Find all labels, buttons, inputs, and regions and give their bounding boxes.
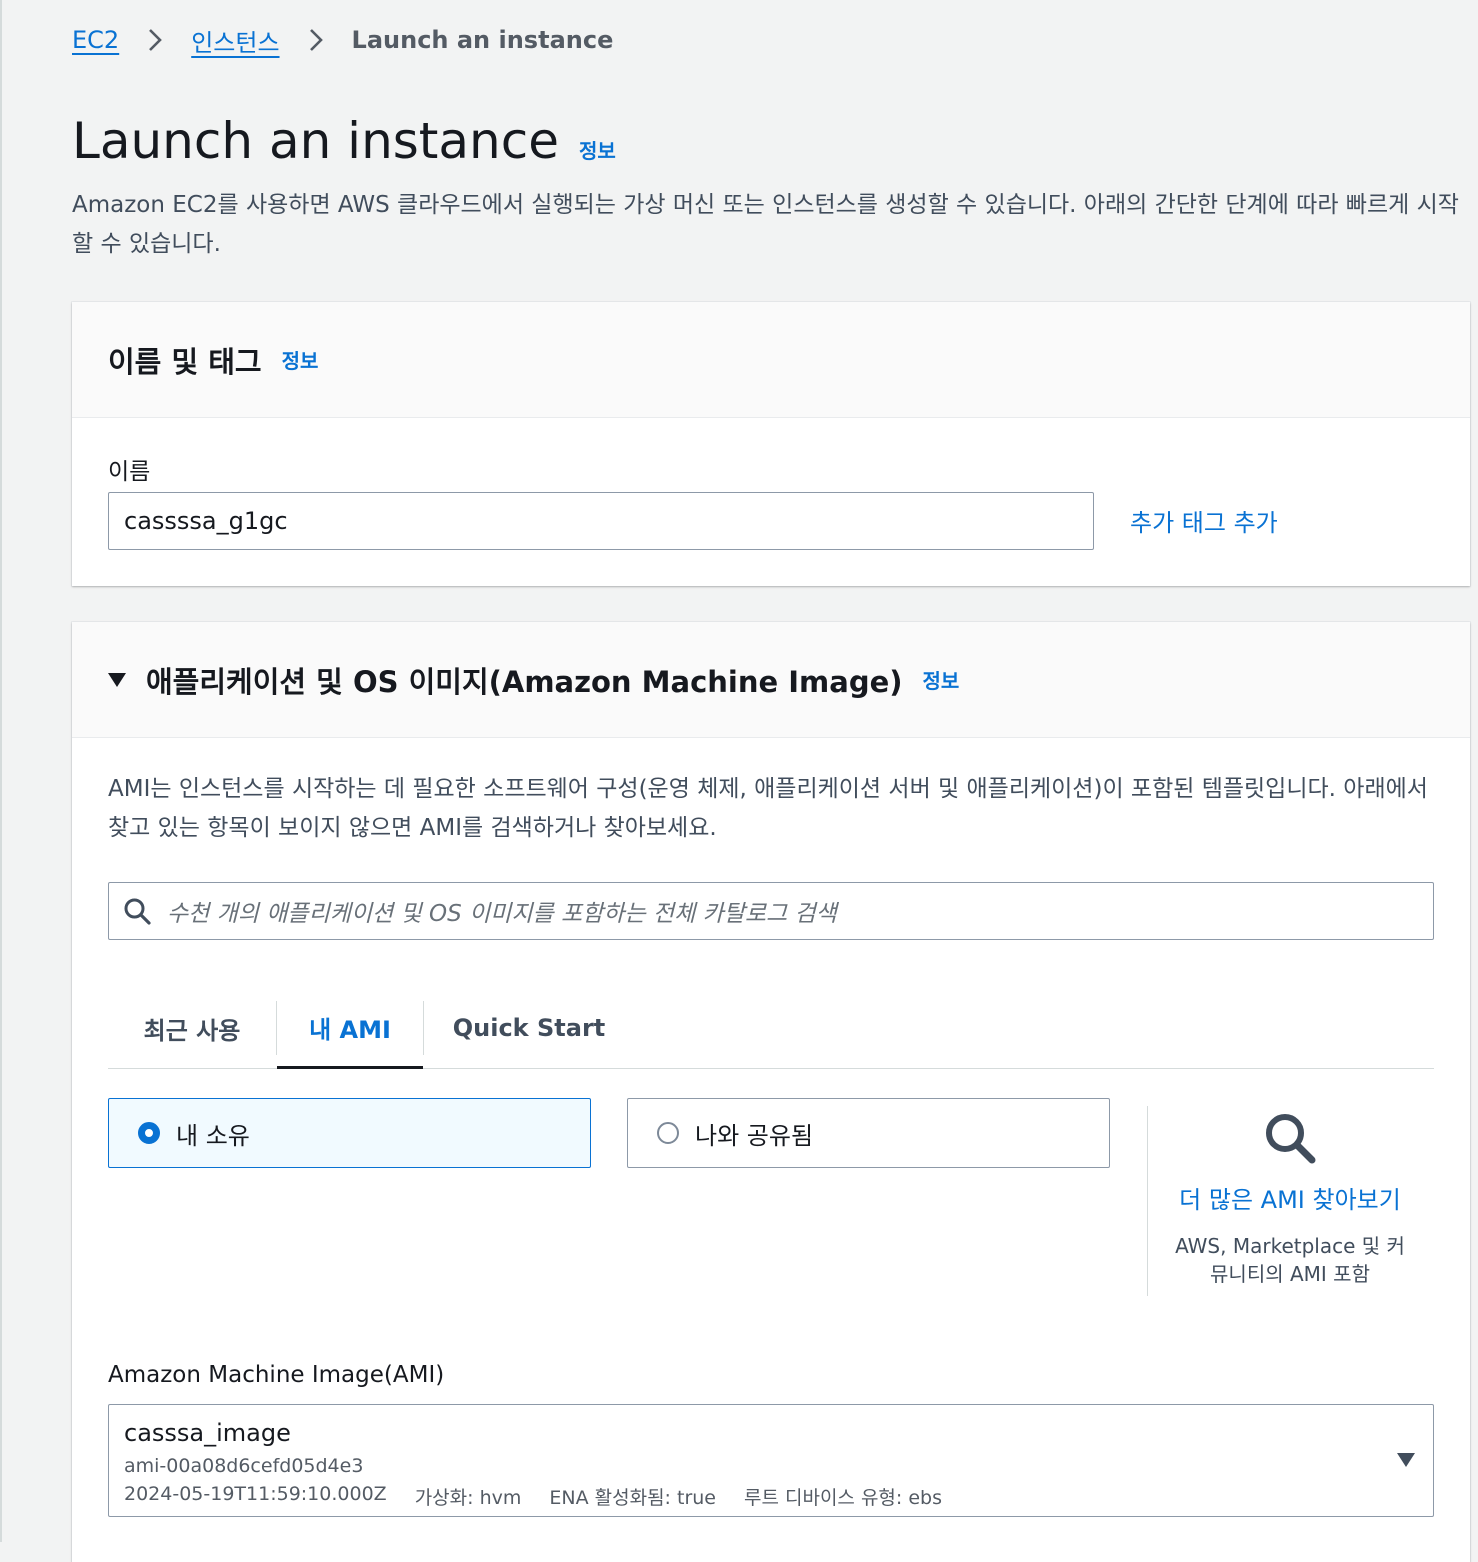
ami-ena: ENA 활성화됨: true — [549, 1487, 716, 1509]
ami-search-input[interactable]: 수천 개의 애플리케이션 및 OS 이미지를 포함하는 전체 카탈로그 검색 — [108, 882, 1434, 940]
shared-with-me-label: 나와 공유됨 — [695, 1121, 814, 1150]
ami-header: 애플리케이션 및 OS 이미지(Amazon Machine Image) 정보 — [72, 622, 1470, 738]
name-tags-title: 이름 및 태그 — [108, 344, 262, 379]
ami-created: 2024-05-19T11:59:10.000Z — [124, 1483, 387, 1505]
ami-panel: 애플리케이션 및 OS 이미지(Amazon Machine Image) 정보… — [72, 622, 1470, 1562]
ami-meta: 2024-05-19T11:59:10.000Z 가상화: hvm ENA 활성… — [124, 1483, 970, 1510]
ami-select[interactable]: casssa_image ami-00a08d6cefd05d4e3 2024-… — [108, 1404, 1434, 1517]
ami-root-device: 루트 디바이스 유형: ebs — [743, 1487, 942, 1509]
tab-recent[interactable]: 최근 사용 — [108, 988, 276, 1068]
tab-my-ami[interactable]: 내 AMI — [277, 988, 423, 1069]
search-placeholder: 수천 개의 애플리케이션 및 OS 이미지를 포함하는 전체 카탈로그 검색 — [167, 901, 837, 927]
ami-info-link[interactable]: 정보 — [923, 665, 960, 694]
name-input[interactable]: cassssa_g1gc — [108, 492, 1094, 550]
ami-select-label: Amazon Machine Image(AMI) — [108, 1362, 445, 1388]
name-tags-header: 이름 및 태그 정보 — [72, 302, 1470, 418]
ami-description: AMI는 인스턴스를 시작하는 데 필요한 소프트웨어 구성(운영 체제, 애플… — [108, 776, 1428, 841]
name-label: 이름 — [108, 459, 151, 485]
chevron-right-icon — [298, 22, 334, 58]
radio-unselected-icon[interactable] — [657, 1122, 679, 1144]
breadcrumb-ec2[interactable]: EC2 — [72, 26, 119, 54]
breadcrumb: EC2 인스턴스 Launch an instance — [72, 22, 613, 58]
breadcrumb-current: Launch an instance — [351, 26, 614, 54]
caret-down-icon[interactable] — [1397, 1453, 1415, 1467]
magnifier-icon — [1262, 1110, 1318, 1170]
name-tags-info-link[interactable]: 정보 — [282, 345, 319, 374]
name-tags-panel: 이름 및 태그 정보 이름 cassssa_g1gc 추가 태그 추가 — [72, 302, 1470, 586]
ami-id: ami-00a08d6cefd05d4e3 — [124, 1455, 364, 1477]
browse-more-description: AWS, Marketplace 및 커뮤니티의 AMI 포함 — [1175, 1234, 1405, 1286]
chevron-right-icon — [137, 22, 173, 58]
owned-by-me-label: 내 소유 — [176, 1121, 250, 1150]
page-header: Launch an instance 정보 — [72, 112, 616, 170]
ami-tabs: 최근 사용 내 AMI Quick Start — [108, 988, 1434, 1069]
ami-virtualization: 가상화: hvm — [414, 1487, 522, 1509]
caret-down-icon[interactable] — [108, 672, 126, 687]
breadcrumb-instances[interactable]: 인스턴스 — [191, 23, 279, 58]
tab-quick-start[interactable]: Quick Start — [424, 988, 634, 1068]
ami-section-title[interactable]: 애플리케이션 및 OS 이미지(Amazon Machine Image) — [146, 659, 903, 701]
browse-divider — [1147, 1106, 1148, 1296]
radio-selected-icon[interactable] — [138, 1122, 160, 1144]
shared-with-me-option[interactable]: 나와 공유됨 — [627, 1098, 1110, 1168]
browse-more-amis-link[interactable]: 더 많은 AMI 찾아보기 — [1162, 1180, 1418, 1215]
left-border — [0, 0, 2, 1542]
owned-by-me-option[interactable]: 내 소유 — [108, 1098, 591, 1168]
ami-name: casssa_image — [124, 1419, 291, 1447]
add-tags-link[interactable]: 추가 태그 추가 — [1130, 503, 1278, 538]
page-description: Amazon EC2를 사용하면 AWS 클라우드에서 실행되는 가상 머신 또… — [72, 192, 1459, 257]
page-title: Launch an instance — [72, 112, 559, 170]
search-icon — [123, 897, 151, 925]
page-info-link[interactable]: 정보 — [579, 135, 616, 164]
